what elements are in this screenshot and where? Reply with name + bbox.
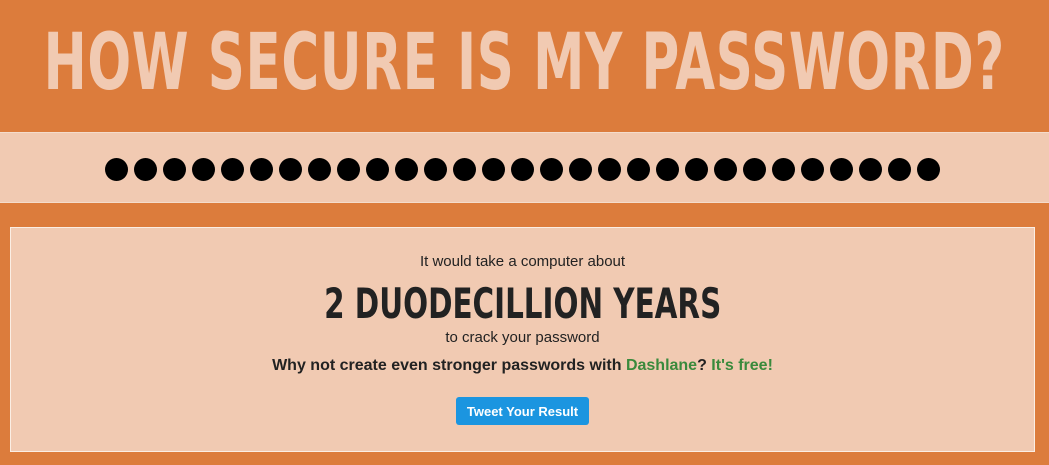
result-panel: It would take a computer about 2 DUODECI… [10,227,1035,452]
crack-time-value: 2 DUODECILLION YEARS [323,279,722,328]
result-lead-text: It would take a computer about [419,253,626,270]
password-input[interactable] [0,133,1049,204]
its-free-link[interactable]: It's free! [711,357,773,374]
promo-prefix: Why not create even stronger passwords w… [272,357,626,374]
tweet-result-button[interactable]: Tweet Your Result [456,397,589,425]
crack-time: 2 DUODECILLION YEARS [11,282,1034,326]
password-band [0,132,1049,204]
site-header: HOW SECURE IS MY PASSWORD? [0,0,1049,132]
dashlane-promo: Why not create even stronger passwords w… [11,356,1034,376]
result-trail-text: to crack your password [445,329,600,346]
page-title: HOW SECURE IS MY PASSWORD? [43,18,1006,108]
dashlane-link[interactable]: Dashlane [626,357,697,374]
promo-mid: ? [697,357,712,374]
